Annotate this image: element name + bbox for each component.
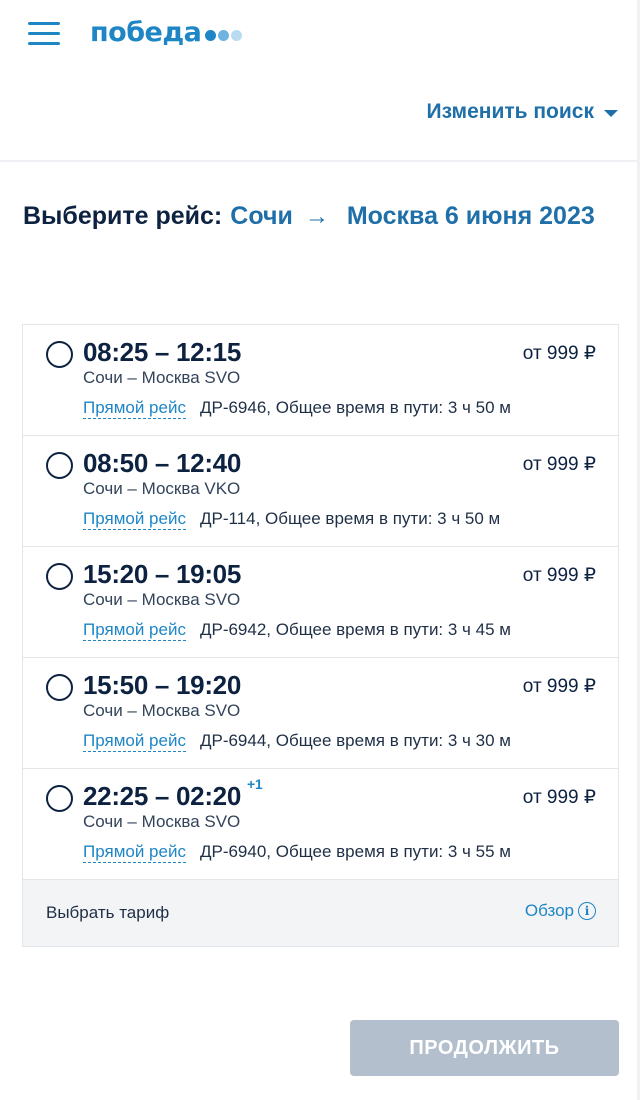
radio-button[interactable] [46,785,73,812]
flight-times: 08:50 – 12:40 [83,448,247,479]
flight-times: 08:25 – 12:15 [83,337,247,368]
flight-times-text: 15:20 – 19:05 [83,559,242,589]
change-search-button[interactable]: Изменить поиск [427,100,618,124]
overview-label: Обзор [524,901,574,920]
flight-price: от 999 ₽ [522,343,596,364]
next-day-badge: +1 [247,776,263,793]
direct-flight-link[interactable]: Прямой рейс [83,731,186,752]
radio-button[interactable] [46,674,73,701]
flight-route: Сочи – Москва SVO [83,368,241,387]
flight-price: от 999 ₽ [522,565,596,586]
arrow-right-icon: → [304,203,329,230]
select-tariff-label: Выбрать тариф [46,903,170,922]
logo-text: победа [90,16,202,48]
flight-info: ДР-6944, Общее время в пути: 3 ч 30 м [199,731,511,750]
radio-button[interactable] [46,452,73,479]
flight-list: 08:25 – 12:15 от 999 ₽ Сочи – Москва SVO… [22,324,619,947]
origin-city: Сочи [230,202,293,230]
flight-times-text: 15:50 – 19:20 [83,670,242,700]
flight-info: ДР-6946, Общее время в пути: 3 ч 50 м [199,398,511,417]
chevron-down-icon [604,110,618,117]
flight-price: от 999 ₽ [522,454,596,475]
flight-details: Прямой рейс ДР-6942, Общее время в пути:… [83,620,511,641]
flight-route: Сочи – Москва SVO [83,812,241,831]
flight-times: 15:20 – 19:05 [83,559,247,590]
flight-price: от 999 ₽ [522,787,596,808]
page: победа Изменить поиск Выберите рейс: Соч… [0,0,640,1100]
tariff-bar: Выбрать тариф Обзор i [23,880,618,947]
continue-button[interactable]: ПРОДОЛЖИТЬ [350,1020,619,1076]
flight-option[interactable]: 15:50 – 19:20 от 999 ₽ Сочи – Москва SVO… [23,658,618,769]
header-divider [0,160,640,162]
flight-route: Сочи – Москва SVO [83,701,241,720]
flight-option[interactable]: 22:25 – 02:20 +1 от 999 ₽ Сочи – Москва S… [23,769,618,880]
flight-times: 22:25 – 02:20 +1 [83,776,263,812]
overview-link[interactable]: Обзор i [525,901,596,921]
flight-details: Прямой рейс ДР-114, Общее время в пути: … [83,509,500,530]
flight-option[interactable]: 08:50 – 12:40 от 999 ₽ Сочи – Москва VKO… [23,436,618,547]
radio-button[interactable] [46,563,73,590]
info-icon: i [578,902,596,920]
change-search-label: Изменить поиск [426,100,594,123]
logo-dot [205,29,217,41]
flight-details: Прямой рейс ДР-6944, Общее время в пути:… [83,731,511,752]
flight-route: Сочи – Москва SVO [83,590,241,609]
flight-info: ДР-6942, Общее время в пути: 3 ч 45 м [199,620,511,639]
flight-option[interactable]: 08:25 – 12:15 от 999 ₽ Сочи – Москва SVO… [23,325,618,436]
top-bar: победа [0,0,640,66]
flight-price: от 999 ₽ [522,676,596,697]
flight-option[interactable]: 15:20 – 19:05 от 999 ₽ Сочи – Москва SVO… [23,547,618,658]
direct-flight-link[interactable]: Прямой рейс [83,842,186,863]
flight-times-text: 08:25 – 12:15 [83,337,242,367]
direct-flight-link[interactable]: Прямой рейс [83,509,186,530]
flight-details: Прямой рейс ДР-6940, Общее время в пути:… [83,842,511,863]
menu-icon[interactable] [28,20,60,46]
flight-times-text: 22:25 – 02:20 [83,781,242,811]
radio-button[interactable] [46,341,73,368]
flight-info: ДР-114, Общее время в пути: 3 ч 50 м [199,509,501,528]
logo-dot [231,29,243,41]
flight-details: Прямой рейс ДР-6946, Общее время в пути:… [83,398,511,419]
flight-info: ДР-6940, Общее время в пути: 3 ч 55 м [199,842,511,861]
direct-flight-link[interactable]: Прямой рейс [83,398,186,419]
logo-dots [203,29,243,41]
flight-times-text: 08:50 – 12:40 [83,448,242,478]
destination-date: Москва 6 июня 2023 [346,202,595,230]
flight-times: 15:50 – 19:20 [83,670,247,701]
page-title-label: Выберите рейс: [23,202,223,230]
logo-dot [218,29,230,41]
page-title: Выберите рейс: Сочи → Москва 6 июня 2023 [23,202,633,231]
logo[interactable]: победа [90,14,243,50]
direct-flight-link[interactable]: Прямой рейс [83,620,186,641]
flight-route: Сочи – Москва VKO [83,479,241,498]
